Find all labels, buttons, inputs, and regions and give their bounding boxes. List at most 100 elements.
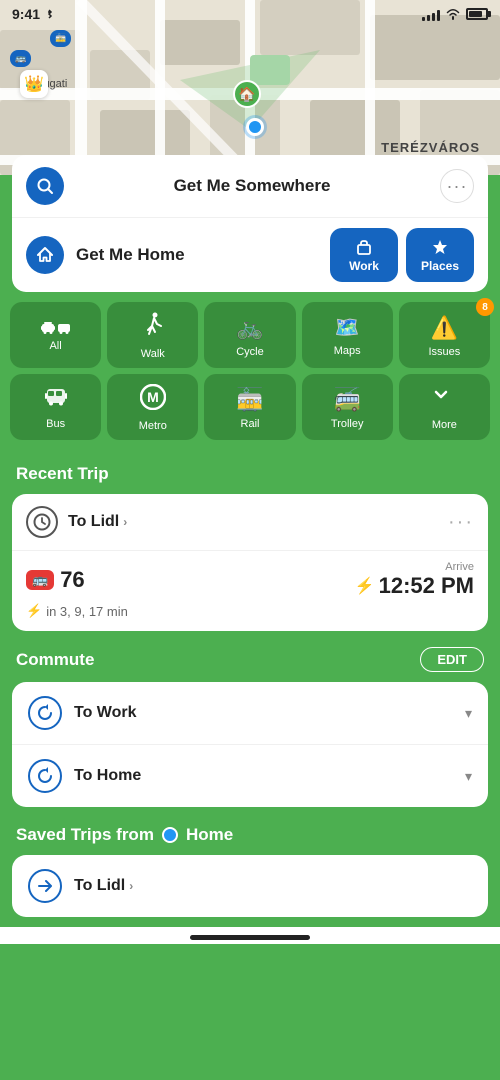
trolley-icon: 🚎 <box>333 387 360 413</box>
current-location-dot <box>246 118 264 136</box>
status-time: 9:41 <box>12 6 54 22</box>
bus-type-icon: 🚌 <box>26 570 54 590</box>
more-label: More <box>432 419 457 431</box>
search-button[interactable] <box>26 167 64 205</box>
arrow-circle-icon <box>28 869 62 903</box>
commute-header: Commute EDIT <box>12 645 488 682</box>
maps-label: Maps <box>334 345 361 357</box>
search-icon <box>36 177 54 195</box>
work-icon <box>355 238 373 256</box>
transport-maps-button[interactable]: 🗺️ Maps <box>302 302 393 368</box>
rotate-icon-work <box>28 696 62 730</box>
to-work-label: To Work <box>74 704 465 722</box>
trip-info-row: 🚌 76 Arrive ⚡ 12:52 PM <box>26 561 474 599</box>
places-quick-button[interactable]: Places <box>406 228 474 282</box>
lightning-small-icon: ⚡ <box>26 603 42 619</box>
transport-issues-button[interactable]: 8 ⚠️ Issues <box>399 302 490 368</box>
all-icon <box>41 321 71 335</box>
places-button-label: Places <box>421 259 459 273</box>
clock-icon <box>26 506 58 538</box>
home-icon <box>36 246 54 264</box>
work-button-label: Work <box>349 259 379 273</box>
saved-trips-card: To Lidl › <box>12 855 488 917</box>
map-transport-icon: 🚌 <box>10 50 31 67</box>
search-bar[interactable]: Get Me Somewhere ··· <box>12 155 488 218</box>
all-label: All <box>49 340 61 352</box>
status-bar: 9:41 <box>0 0 500 28</box>
recent-trip-card[interactable]: To Lidl › ··· 🚌 76 Arrive ⚡ 12:52 PM <box>12 494 488 631</box>
home-bar <box>190 935 310 940</box>
transport-bus-button[interactable]: Bus <box>10 374 101 440</box>
home-button[interactable] <box>26 236 64 274</box>
lightning-icon: ⚡ <box>355 576 375 596</box>
more-options-button[interactable]: ··· <box>440 169 474 203</box>
main-card: Get Me Somewhere ··· Get Me Home Work Pl… <box>12 155 488 292</box>
rail-label: Rail <box>241 418 260 430</box>
bus-number: 76 <box>60 567 84 593</box>
trip-card-header[interactable]: To Lidl › ··· <box>12 494 488 551</box>
chevron-right-icon: › <box>123 515 127 529</box>
saved-chevron-icon: › <box>129 879 133 893</box>
commute-card: To Work ▾ To Home ▾ <box>12 682 488 807</box>
transport-walk-button[interactable]: Walk <box>107 302 198 368</box>
metro-label: Metro <box>139 420 167 432</box>
more-icon <box>432 385 456 414</box>
transport-trolley-button[interactable]: 🚎 Trolley <box>302 374 393 440</box>
issues-badge: 8 <box>476 298 494 316</box>
saved-trips-title: Saved Trips from Home <box>12 821 488 855</box>
svg-text:M: M <box>147 389 159 405</box>
saved-destination-label: To Lidl › <box>74 877 472 895</box>
issues-label: Issues <box>428 346 460 358</box>
bus-icon <box>45 386 67 413</box>
work-quick-button[interactable]: Work <box>330 228 398 282</box>
transport-cycle-button[interactable]: 🚲 Cycle <box>204 302 295 368</box>
rotate-icon-home <box>28 759 62 793</box>
dropdown-arrow-work[interactable]: ▾ <box>465 705 472 722</box>
walk-icon <box>142 312 164 343</box>
transport-all-button[interactable]: All <box>10 302 101 368</box>
transport-more-button[interactable]: More <box>399 374 490 440</box>
status-icons <box>422 7 488 21</box>
home-indicator <box>0 927 500 944</box>
arrive-block: Arrive ⚡ 12:52 PM <box>355 561 474 599</box>
trip-destination: To Lidl › <box>68 513 440 531</box>
svg-text:🏠: 🏠 <box>238 86 255 103</box>
recent-trip-title: Recent Trip <box>12 450 488 494</box>
cycle-label: Cycle <box>236 346 264 358</box>
wifi-icon <box>445 7 461 21</box>
signal-icon <box>422 7 440 21</box>
district-label: TERÉZVÁROS <box>381 140 480 155</box>
walk-label: Walk <box>141 348 165 360</box>
transport-metro-button[interactable]: M Metro <box>107 374 198 440</box>
saved-to-lidl-item[interactable]: To Lidl › <box>12 855 488 917</box>
search-label: Get Me Somewhere <box>64 176 440 196</box>
trip-details: 🚌 76 Arrive ⚡ 12:52 PM ⚡ in 3, 9, 17 min <box>12 551 488 631</box>
map-view[interactable]: 9:41 Nyugati 👑 🚌 🚋 <box>0 0 500 175</box>
rail-icon: 🚋 <box>236 387 263 413</box>
bus-chip: 🚌 76 <box>26 567 85 593</box>
battery-icon <box>466 8 488 20</box>
bus-label: Bus <box>46 418 65 430</box>
to-work-item[interactable]: To Work ▾ <box>12 682 488 745</box>
edit-commute-button[interactable]: EDIT <box>420 647 484 672</box>
issues-icon: ⚠️ <box>431 315 458 341</box>
place-icon[interactable]: 👑 <box>20 70 48 98</box>
maps-icon: 🗺️ <box>335 315 360 340</box>
trip-options-button[interactable]: ··· <box>440 511 474 534</box>
metro-icon: M <box>140 384 166 415</box>
to-home-item[interactable]: To Home ▾ <box>12 745 488 807</box>
content-area: Recent Trip To Lidl › ··· 🚌 76 <box>0 450 500 927</box>
transport-rail-button[interactable]: 🚋 Rail <box>204 374 295 440</box>
saved-trips-section: Saved Trips from Home To Lidl › <box>12 821 488 927</box>
to-home-label: To Home <box>74 767 465 785</box>
star-icon <box>431 238 449 256</box>
get-home-label: Get Me Home <box>76 245 322 265</box>
dropdown-arrow-home[interactable]: ▾ <box>465 768 472 785</box>
map-transport-icon2: 🚋 <box>50 30 71 47</box>
next-buses: ⚡ in 3, 9, 17 min <box>26 603 474 619</box>
commute-title: Commute <box>16 650 94 670</box>
arrive-time: ⚡ 12:52 PM <box>355 573 474 599</box>
transport-grid: All Walk 🚲 Cycle 🗺️ Maps 8 ⚠️ Issues <box>0 292 500 450</box>
get-home-row[interactable]: Get Me Home Work Places <box>12 218 488 292</box>
cycle-icon: 🚲 <box>236 315 263 341</box>
